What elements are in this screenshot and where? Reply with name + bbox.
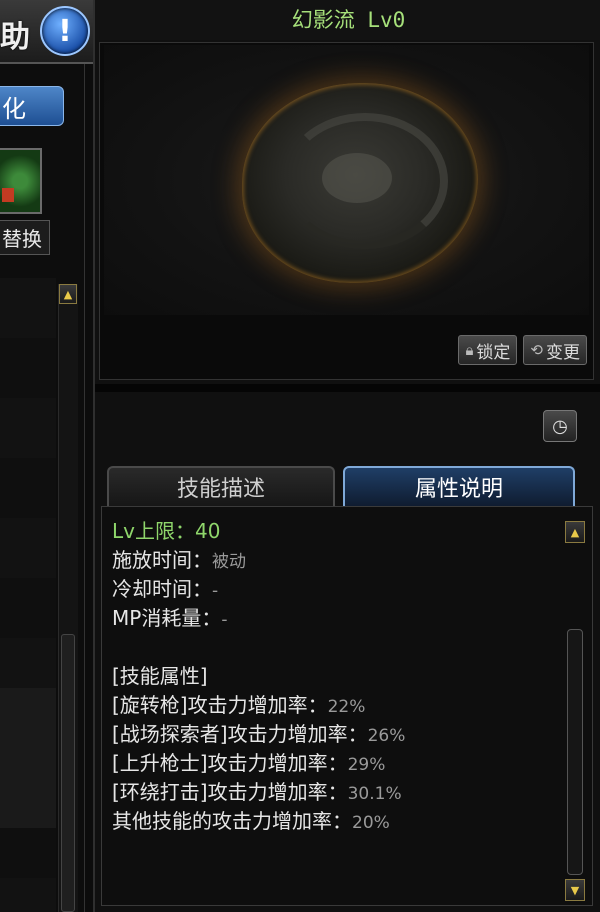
- skill-preview-art: [242, 83, 478, 283]
- help-icon[interactable]: !: [40, 6, 90, 56]
- bonus-row: [环绕打击]攻击力增加率：30.1%: [112, 778, 552, 807]
- bonus-value: 22%: [327, 697, 366, 717]
- mp-cost-value: -: [221, 610, 228, 630]
- scroll-track[interactable]: [567, 629, 583, 875]
- swap-item-icon[interactable]: [0, 148, 42, 214]
- left-scroll-thumb[interactable]: [61, 634, 75, 912]
- left-title-fragment: 助: [0, 20, 32, 55]
- bonus-label: [环绕打击]攻击力增加率：: [112, 780, 348, 804]
- tab-skill-description[interactable]: 技能描述: [107, 466, 335, 506]
- lv-limit-label: Lv上限：: [112, 519, 195, 543]
- attribute-content: Lv上限：40 施放时间：被动 冷却时间：- MP消耗量：- [技能属性] [旋…: [101, 506, 593, 906]
- left-list-item[interactable]: [0, 688, 56, 828]
- left-blue-tab[interactable]: 化: [0, 86, 64, 126]
- clock-icon[interactable]: ◷: [543, 410, 577, 442]
- section-divider: [95, 384, 600, 392]
- scroll-up-button[interactable]: ▲: [565, 521, 585, 543]
- bonus-value: 20%: [352, 813, 390, 833]
- lock-icon: 🔒︎: [465, 341, 474, 359]
- cooldown-row: 冷却时间：-: [112, 575, 552, 604]
- lock-label: 锁定: [476, 342, 511, 363]
- cast-time-row: 施放时间：被动: [112, 546, 552, 575]
- bonus-row: [上升枪士]攻击力增加率：29%: [112, 749, 552, 778]
- mp-cost-row: MP消耗量：-: [112, 604, 552, 633]
- skill-detail-panel: 幻影流 Lv0 🔒︎ 锁定 ⟲ 变更 ◷ 技能描述 属性说明 Lv上限：40 施…: [93, 0, 600, 912]
- left-scrollbar[interactable]: ▲: [58, 284, 78, 912]
- scroll-down-button[interactable]: ▼: [565, 879, 585, 901]
- lock-button[interactable]: 🔒︎ 锁定: [458, 335, 518, 365]
- left-scroll-up-button[interactable]: ▲: [59, 284, 77, 304]
- refresh-icon: ⟲: [530, 341, 543, 359]
- bonus-label: [上升枪士]攻击力增加率：: [112, 751, 348, 775]
- preview-controls: 🔒︎ 锁定 ⟲ 变更: [458, 335, 587, 365]
- swap-item-marker: [2, 188, 14, 202]
- swap-button[interactable]: 替换: [0, 220, 50, 255]
- cast-time-label: 施放时间：: [112, 548, 212, 572]
- cooldown-label: 冷却时间：: [112, 577, 212, 601]
- change-label: 变更: [546, 342, 580, 363]
- left-skill-list: [0, 278, 56, 912]
- cast-time-value: 被动: [212, 552, 246, 572]
- bonus-value: 30.1%: [347, 784, 402, 804]
- bonus-label: [战场探索者]攻击力增加率：: [112, 722, 368, 746]
- mp-cost-label: MP消耗量：: [112, 606, 222, 630]
- change-button[interactable]: ⟲ 变更: [523, 335, 587, 365]
- cooldown-value: -: [212, 581, 219, 601]
- skill-title: 幻影流 Lv0: [95, 0, 600, 40]
- detail-tabs: 技能描述 属性说明: [107, 466, 577, 506]
- attribute-lines: Lv上限：40 施放时间：被动 冷却时间：- MP消耗量：- [技能属性] [旋…: [112, 517, 552, 836]
- bonus-value: 26%: [367, 726, 406, 746]
- lv-limit-row: Lv上限：40: [112, 517, 552, 546]
- bonus-value: 29%: [347, 755, 386, 775]
- bonus-row: 其他技能的攻击力增加率：20%: [112, 807, 552, 836]
- tab-attribute-info[interactable]: 属性说明: [343, 466, 575, 506]
- content-scrollbar[interactable]: ▲ ▼: [564, 521, 586, 901]
- lv-limit-value: 40: [194, 519, 221, 543]
- skill-preview-image: [104, 45, 589, 315]
- skill-preview-frame: 🔒︎ 锁定 ⟲ 变更: [99, 42, 594, 380]
- bonus-label: [旋转枪]攻击力增加率：: [112, 693, 328, 717]
- skill-attribute-header: [技能属性]: [112, 664, 208, 688]
- bonus-row: [战场探索者]攻击力增加率：26%: [112, 720, 552, 749]
- bonus-label: 其他技能的攻击力增加率：: [112, 809, 352, 833]
- bonus-row: [旋转枪]攻击力增加率：22%: [112, 691, 552, 720]
